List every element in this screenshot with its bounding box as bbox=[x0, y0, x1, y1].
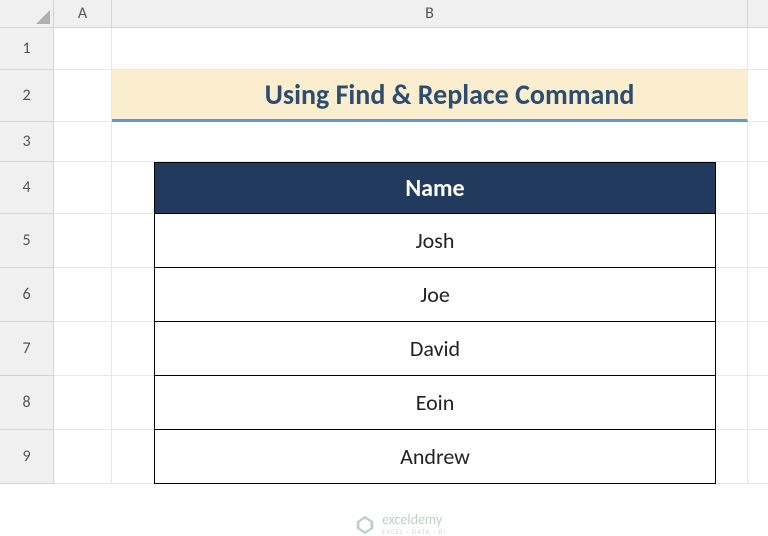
cell-c6[interactable] bbox=[748, 268, 768, 322]
column-header-b[interactable]: B bbox=[112, 0, 748, 27]
table-row[interactable]: Joe bbox=[154, 268, 716, 322]
row-headers-column: 1 2 3 4 5 6 7 8 9 bbox=[0, 28, 54, 532]
row-header-8[interactable]: 8 bbox=[0, 376, 54, 430]
row-header-2[interactable]: 2 bbox=[0, 70, 54, 122]
column-header-a[interactable]: A bbox=[54, 0, 112, 27]
watermark-text: exceldemy bbox=[382, 513, 446, 527]
cell-c1[interactable] bbox=[748, 28, 768, 70]
select-all-corner[interactable] bbox=[0, 0, 54, 27]
cell-a3[interactable] bbox=[54, 122, 112, 162]
spreadsheet-grid: A B 1 2 3 4 5 6 7 8 9 Using Find & Repla bbox=[0, 0, 768, 532]
cell-a5[interactable] bbox=[54, 214, 112, 268]
table-row[interactable]: Eoin bbox=[154, 376, 716, 430]
cell-a1[interactable] bbox=[54, 28, 112, 70]
cell-b2-title[interactable]: Using Find & Replace Command bbox=[112, 70, 748, 122]
row-header-4[interactable]: 4 bbox=[0, 162, 54, 214]
cell-a2[interactable] bbox=[54, 70, 112, 122]
row-header-6[interactable]: 6 bbox=[0, 268, 54, 322]
cell-c2[interactable] bbox=[748, 70, 768, 122]
cell-c5[interactable] bbox=[748, 214, 768, 268]
row-header-1[interactable]: 1 bbox=[0, 28, 54, 70]
cell-a6[interactable] bbox=[54, 268, 112, 322]
cell-c9[interactable] bbox=[748, 430, 768, 484]
row-header-7[interactable]: 7 bbox=[0, 322, 54, 376]
table-row[interactable]: David bbox=[154, 322, 716, 376]
row-header-3[interactable]: 3 bbox=[0, 122, 54, 162]
row-header-9[interactable]: 9 bbox=[0, 430, 54, 484]
cell-c3[interactable] bbox=[748, 122, 768, 162]
page-title: Using Find & Replace Command bbox=[170, 77, 730, 112]
cells-area: Using Find & Replace Command bbox=[54, 28, 768, 532]
select-all-triangle-icon bbox=[36, 10, 50, 24]
cell-c8[interactable] bbox=[748, 376, 768, 430]
cell-c7[interactable] bbox=[748, 322, 768, 376]
table-row[interactable]: Josh bbox=[154, 214, 716, 268]
cell-b1[interactable] bbox=[112, 28, 748, 70]
column-headers-row: A B bbox=[0, 0, 768, 28]
cell-a4[interactable] bbox=[54, 162, 112, 214]
cell-a8[interactable] bbox=[54, 376, 112, 430]
cell-a7[interactable] bbox=[54, 322, 112, 376]
column-header-c[interactable] bbox=[748, 0, 768, 27]
table-row[interactable]: Andrew bbox=[154, 430, 716, 484]
watermark-logo-icon bbox=[354, 514, 376, 536]
row-header-5[interactable]: 5 bbox=[0, 214, 54, 268]
grid-body: 1 2 3 4 5 6 7 8 9 Using Find & Replace C… bbox=[0, 28, 768, 532]
table-header-name[interactable]: Name bbox=[154, 162, 716, 214]
cell-c4[interactable] bbox=[748, 162, 768, 214]
data-table: Name Josh Joe David Eoin Andrew bbox=[154, 162, 716, 484]
cell-b3[interactable] bbox=[112, 122, 748, 162]
cell-a9[interactable] bbox=[54, 430, 112, 484]
watermark: exceldemy EXCEL · DATA · BI bbox=[354, 513, 446, 536]
